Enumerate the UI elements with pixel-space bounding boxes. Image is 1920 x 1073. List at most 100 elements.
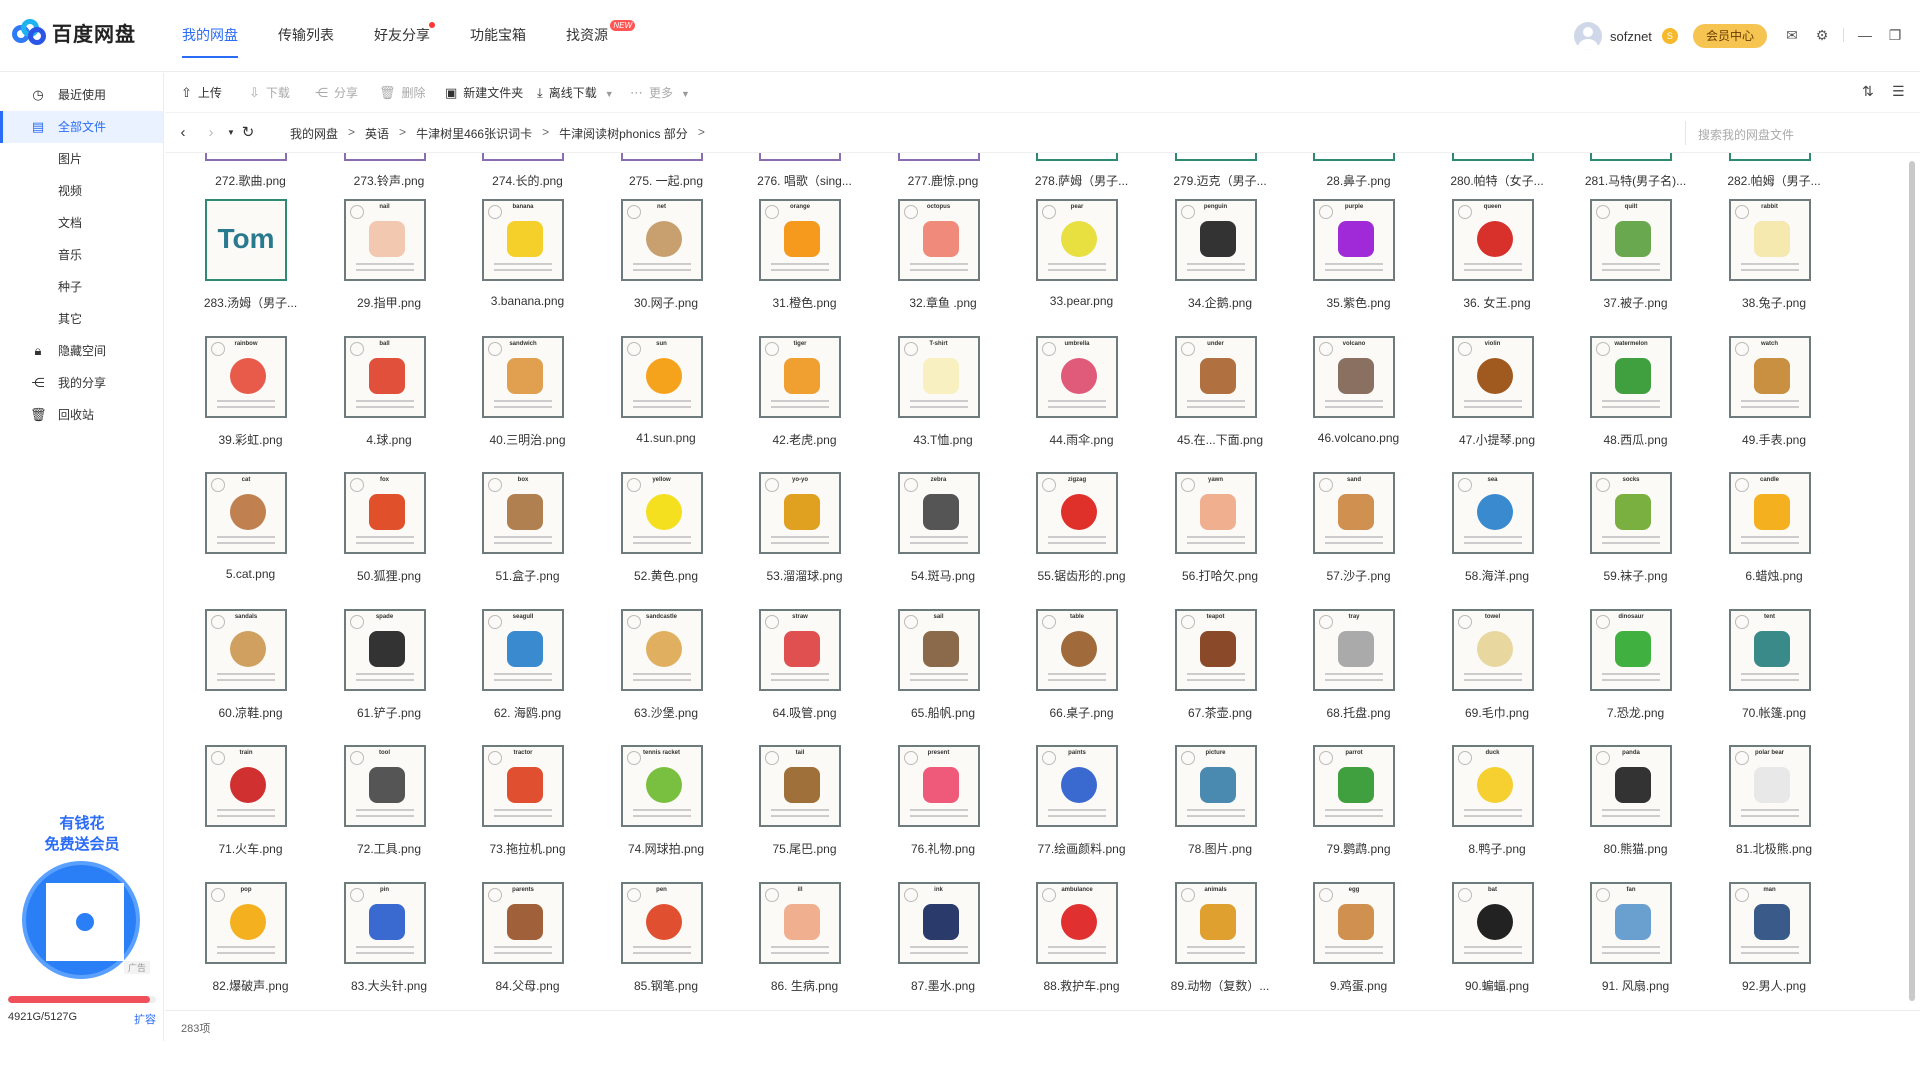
- file-item[interactable]: watch 49.手表.png: [1712, 335, 1837, 470]
- file-item[interactable]: sandwich 40.三明治.png: [465, 335, 590, 470]
- sidebar-item-images[interactable]: 图片: [0, 143, 163, 175]
- delete-button[interactable]: 🗑︎ 删除: [379, 73, 426, 113]
- file-item[interactable]: 28.鼻子.png: [1296, 153, 1421, 188]
- file-item[interactable]: 274.长的.png: [465, 153, 590, 188]
- close-icon[interactable]: ✕: [1916, 26, 1920, 44]
- file-item[interactable]: queen 36. 女王.png: [1435, 199, 1560, 333]
- file-item[interactable]: picture 78.图片.png: [1158, 745, 1283, 879]
- sidebar-item-my-shares[interactable]: ⋲ 我的分享: [0, 367, 163, 399]
- file-item[interactable]: candle 6.蜡烛.png: [1712, 472, 1837, 606]
- file-item[interactable]: nail 29.指甲.png: [327, 199, 452, 333]
- view-list-icon[interactable]: ☰: [1892, 83, 1905, 100]
- more-button[interactable]: ⋯ 更多 ▼: [630, 73, 690, 113]
- file-item[interactable]: yawn 56.打哈欠.png: [1158, 472, 1283, 606]
- file-item[interactable]: pen 85.钢笔.png: [604, 881, 729, 1011]
- settings-icon[interactable]: ⚙: [1813, 26, 1831, 44]
- maximize-icon[interactable]: ❐: [1886, 26, 1904, 44]
- file-item[interactable]: 276. 唱歌（sing...: [742, 153, 867, 188]
- file-item[interactable]: dinosaur 7.恐龙.png: [1573, 608, 1698, 743]
- file-item[interactable]: yo-yo 53.溜溜球.png: [742, 472, 867, 606]
- forward-icon[interactable]: ›: [203, 123, 219, 143]
- app-logo[interactable]: 百度网盘: [12, 18, 136, 47]
- file-item[interactable]: tennis racket 74.网球拍.png: [604, 745, 729, 879]
- file-item[interactable]: under 45.在...下面.png: [1158, 335, 1283, 470]
- tab-my-drive[interactable]: 我的网盘: [182, 0, 238, 72]
- file-item[interactable]: 273.铃声.png: [327, 153, 452, 188]
- download-button[interactable]: ⇩ 下载: [249, 73, 290, 113]
- file-item[interactable]: pop 82.爆破声.png: [188, 881, 313, 1011]
- file-item[interactable]: 281.马特(男子名)...: [1573, 153, 1698, 188]
- file-item[interactable]: man 92.男人.png: [1712, 881, 1837, 1011]
- file-item[interactable]: sea 58.海洋.png: [1435, 472, 1560, 606]
- file-item[interactable]: ball 4.球.png: [327, 335, 452, 470]
- file-item[interactable]: ambulance 88.救护车.png: [1019, 881, 1144, 1011]
- breadcrumb-item[interactable]: 牛津树里466张识词卡: [416, 125, 532, 142]
- file-item[interactable]: sand 57.沙子.png: [1296, 472, 1421, 606]
- file-item[interactable]: straw 64.吸管.png: [742, 608, 867, 743]
- sidebar-item-torrents[interactable]: 种子: [0, 271, 163, 303]
- tab-friend-share[interactable]: 好友分享: [374, 0, 435, 72]
- file-item[interactable]: rabbit 38.兔子.png: [1712, 199, 1837, 333]
- sidebar-item-all-files[interactable]: ▤ 全部文件: [0, 111, 163, 143]
- file-item[interactable]: train 71.火车.png: [188, 745, 313, 879]
- sidebar-item-documents[interactable]: 文档: [0, 207, 163, 239]
- upload-button[interactable]: ⇧ 上传: [181, 73, 222, 113]
- minimize-icon[interactable]: —: [1856, 26, 1874, 44]
- sidebar-item-hidden-space[interactable]: 🔒︎ 隐藏空间: [0, 335, 163, 367]
- file-item[interactable]: duck 8.鸭子.png: [1435, 745, 1560, 879]
- file-item[interactable]: table 66.桌子.png: [1019, 608, 1144, 743]
- file-item[interactable]: umbrella 44.雨伞.png: [1019, 335, 1144, 470]
- file-item[interactable]: tiger 42.老虎.png: [742, 335, 867, 470]
- file-item[interactable]: paints 77.绘画颜料.png: [1019, 745, 1144, 879]
- new-folder-button[interactable]: ▣ 新建文件夹: [445, 73, 523, 113]
- file-item[interactable]: tray 68.托盘.png: [1296, 608, 1421, 743]
- file-item[interactable]: T-shirt 43.T恤.png: [881, 335, 1006, 470]
- file-item[interactable]: 275. 一起.png: [604, 153, 729, 188]
- sidebar-item-music[interactable]: 音乐: [0, 239, 163, 271]
- sidebar-item-recent[interactable]: ◷ 最近使用: [0, 79, 163, 111]
- file-item[interactable]: quilt 37.被子.png: [1573, 199, 1698, 333]
- file-item[interactable]: present 76.礼物.png: [881, 745, 1006, 879]
- file-item[interactable]: 277.鹿惊.png: [881, 153, 1006, 188]
- file-item[interactable]: sun 41.sun.png: [604, 335, 729, 470]
- file-item[interactable]: tractor 73.拖拉机.png: [465, 745, 590, 879]
- file-item[interactable]: cat 5.cat.png: [188, 472, 313, 606]
- scrollbar-thumb[interactable]: [1909, 161, 1915, 1001]
- share-button[interactable]: ⋲ 分享: [315, 73, 358, 113]
- file-item[interactable]: sail 65.船帆.png: [881, 608, 1006, 743]
- file-item[interactable]: seagull 62. 海鸥.png: [465, 608, 590, 743]
- breadcrumb-item[interactable]: 牛津阅读树phonics 部分: [559, 125, 688, 142]
- file-item[interactable]: box 51.盒子.png: [465, 472, 590, 606]
- file-item[interactable]: banana 3.banana.png: [465, 199, 590, 333]
- file-item[interactable]: egg 9.鸡蛋.png: [1296, 881, 1421, 1011]
- chevron-down-icon[interactable]: ▼: [223, 123, 239, 143]
- file-item[interactable]: fan 91. 风扇.png: [1573, 881, 1698, 1011]
- file-item[interactable]: pin 83.大头针.png: [327, 881, 452, 1011]
- file-item[interactable]: penguin 34.企鹅.png: [1158, 199, 1283, 333]
- file-item[interactable]: violin 47.小提琴.png: [1435, 335, 1560, 470]
- file-item[interactable]: parents 84.父母.png: [465, 881, 590, 1011]
- file-item[interactable]: 272.歌曲.png: [188, 153, 313, 188]
- file-item[interactable]: tool 72.工具.png: [327, 745, 452, 879]
- file-item[interactable]: 279.迈克（男子...: [1158, 153, 1283, 188]
- file-item[interactable]: Tom 283.汤姆（男子...: [188, 199, 313, 333]
- offline-download-button[interactable]: ⤓ 离线下载 ▼: [537, 73, 614, 113]
- file-item[interactable]: pear 33.pear.png: [1019, 199, 1144, 333]
- user-profile[interactable]: sofznet S: [1574, 22, 1678, 50]
- file-item[interactable]: rainbow 39.彩虹.png: [188, 335, 313, 470]
- file-item[interactable]: sandals 60.凉鞋.png: [188, 608, 313, 743]
- file-item[interactable]: yellow 52.黄色.png: [604, 472, 729, 606]
- file-item[interactable]: zebra 54.斑马.png: [881, 472, 1006, 606]
- file-item[interactable]: polar bear 81.北极熊.png: [1712, 745, 1837, 879]
- file-item[interactable]: volcano 46.volcano.png: [1296, 335, 1421, 470]
- file-item[interactable]: fox 50.狐狸.png: [327, 472, 452, 606]
- breadcrumb-item[interactable]: 我的网盘: [290, 125, 338, 142]
- expand-storage-link[interactable]: 扩容: [134, 1011, 156, 1027]
- sidebar-item-recycle-bin[interactable]: 🗑︎ 回收站: [0, 399, 163, 431]
- file-item[interactable]: ill 86. 生病.png: [742, 881, 867, 1011]
- file-item[interactable]: 280.帕特（女子...: [1435, 153, 1560, 188]
- file-item[interactable]: orange 31.橙色.png: [742, 199, 867, 333]
- file-item[interactable]: purple 35.紫色.png: [1296, 199, 1421, 333]
- file-item[interactable]: zigzag 55.锯齿形的.png: [1019, 472, 1144, 606]
- tab-transfer-list[interactable]: 传输列表: [278, 0, 334, 72]
